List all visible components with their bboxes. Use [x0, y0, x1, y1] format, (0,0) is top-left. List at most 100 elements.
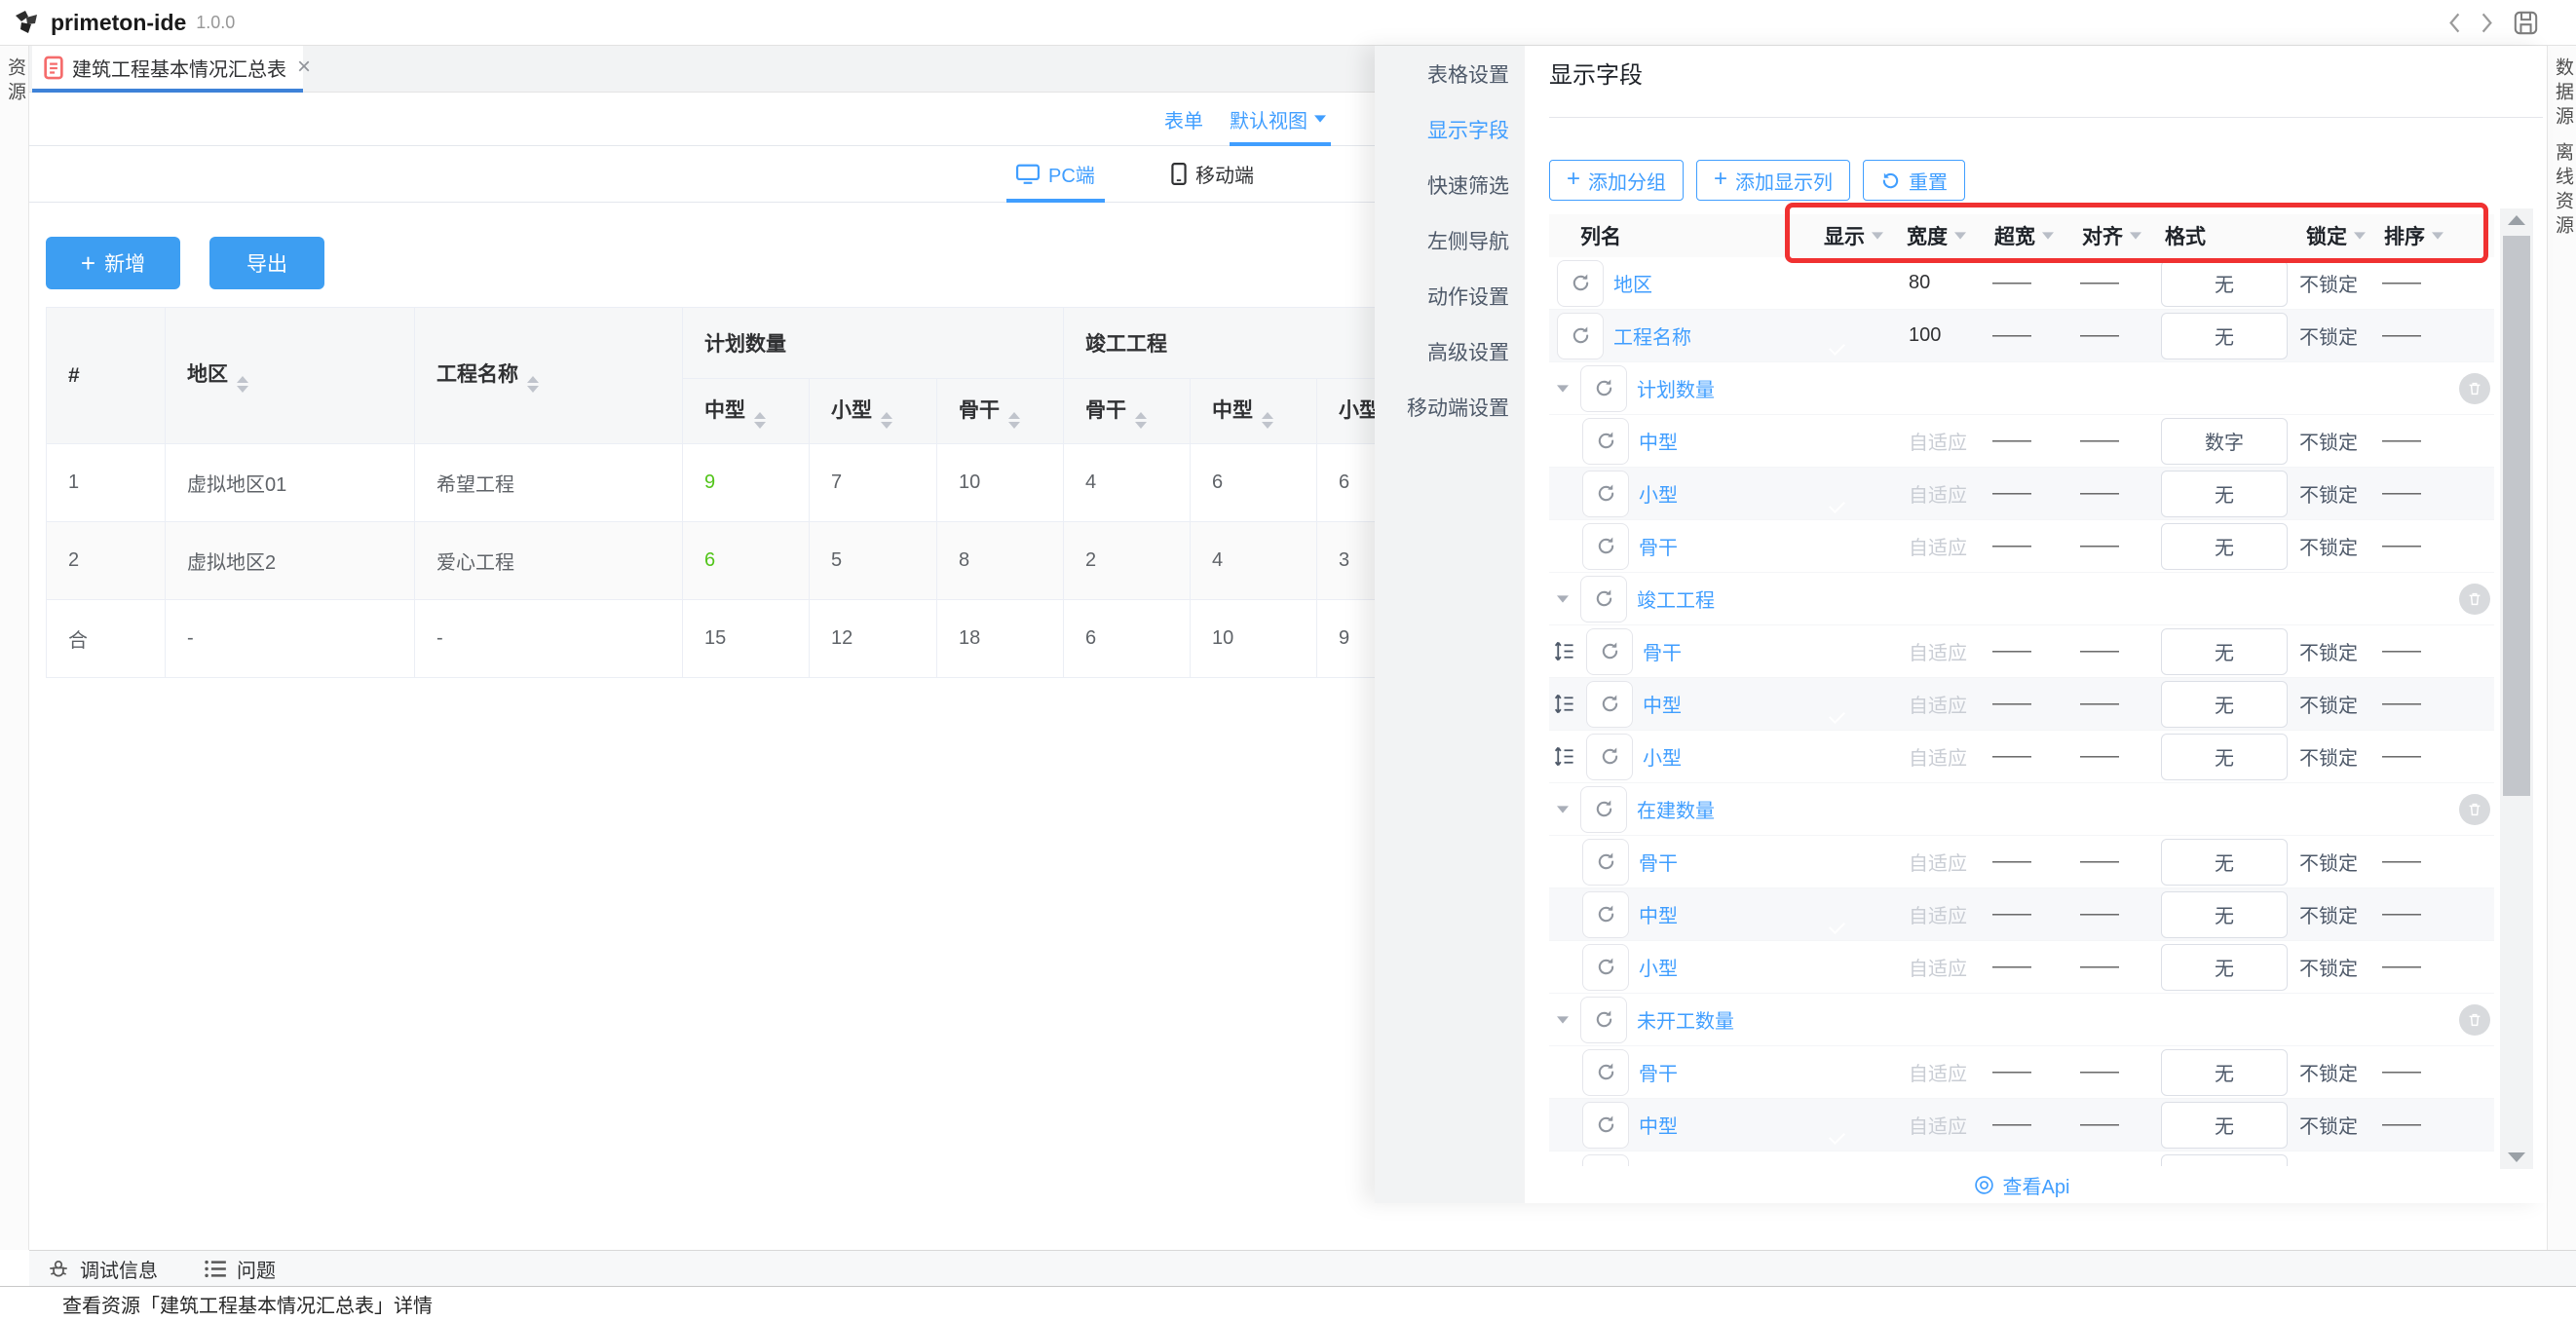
field-name-link[interactable]: 小型	[1639, 953, 1678, 981]
align-value[interactable]: ——	[2070, 903, 2153, 925]
format-select[interactable]: 无	[2161, 260, 2288, 307]
refresh-icon[interactable]	[1586, 628, 1633, 675]
overwide-value[interactable]: ——	[1983, 956, 2070, 978]
width-value[interactable]: 自适应	[1895, 1058, 1983, 1086]
rail-item-right-0[interactable]: 数据源	[2548, 57, 2576, 131]
lock-value[interactable]: 不锁定	[2294, 321, 2372, 350]
align-value[interactable]: ——	[2070, 850, 2153, 873]
field-name-link[interactable]: 小型	[1643, 742, 1682, 771]
refresh-icon[interactable]	[1582, 1102, 1629, 1149]
view-api-link[interactable]: 查看Api	[1549, 1166, 2494, 1203]
debug-info-button[interactable]: 调试信息	[47, 1255, 158, 1283]
sort-value[interactable]: ——	[2372, 324, 2455, 347]
width-value[interactable]: 100	[1895, 324, 1983, 347]
align-value[interactable]: ——	[2070, 640, 2153, 662]
lock-value[interactable]: 不锁定	[2294, 690, 2372, 718]
overwide-value[interactable]: ——	[1983, 640, 2070, 662]
lock-value[interactable]: 不锁定	[2294, 1058, 2372, 1086]
overwide-value[interactable]: ——	[1983, 745, 2070, 768]
sort-value[interactable]: ——	[2372, 956, 2455, 978]
table-row[interactable]: 1虚拟地区01希望工程9710466	[47, 444, 1376, 522]
sort-icon[interactable]	[1262, 412, 1273, 429]
editor-tab[interactable]: 建筑工程基本情况汇总表×	[32, 46, 303, 93]
format-select[interactable]: 无	[2161, 891, 2288, 938]
settings-menu-item-2[interactable]: 快速筛选	[1375, 157, 1525, 212]
grid-header-3[interactable]: 超宽	[1983, 221, 2070, 250]
collapse-caret-icon[interactable]	[1557, 385, 1571, 393]
device-tab-mobile[interactable]: 移动端	[1171, 146, 1254, 202]
table-row[interactable]: 合--1512186109	[47, 600, 1376, 678]
scrollbar[interactable]	[2500, 208, 2533, 1169]
lock-value[interactable]: 不锁定	[2294, 532, 2372, 560]
field-name-link[interactable]: 中型	[1639, 427, 1678, 455]
format-select[interactable]: 无	[2161, 313, 2288, 359]
sort-value[interactable]: ——	[2372, 430, 2455, 452]
rail-item-right-1[interactable]: 离线资源	[2548, 142, 2576, 240]
overwide-value[interactable]: ——	[1983, 272, 2070, 294]
sort-value[interactable]: ——	[2372, 850, 2455, 873]
field-name-link[interactable]: 在建数量	[1637, 795, 1715, 823]
overwide-value[interactable]: ——	[1983, 430, 2070, 452]
overwide-value[interactable]: ——	[1983, 324, 2070, 347]
settings-menu-item-3[interactable]: 左侧导航	[1375, 212, 1525, 268]
reorder-icon[interactable]	[1552, 692, 1576, 716]
align-value[interactable]: ——	[2070, 272, 2153, 294]
format-select[interactable]: 无	[2161, 471, 2288, 517]
refresh-icon[interactable]	[1582, 1154, 1629, 1167]
chevron-down-icon[interactable]	[1872, 232, 1883, 240]
field-name-link[interactable]: 计划数量	[1637, 374, 1715, 402]
align-value[interactable]: ——	[2070, 745, 2153, 768]
problems-button[interactable]: 问题	[205, 1255, 276, 1283]
delete-icon[interactable]	[2459, 794, 2490, 825]
field-name-link[interactable]: 中型	[1643, 690, 1682, 718]
sort-value[interactable]: ——	[2372, 745, 2455, 768]
device-tab-pc[interactable]: PC端	[1016, 146, 1095, 202]
overwide-value[interactable]: ——	[1983, 850, 2070, 873]
grid-header-4[interactable]: 对齐	[2070, 221, 2153, 250]
settings-menu-item-6[interactable]: 移动端设置	[1375, 379, 1525, 434]
grid-header-7[interactable]: 排序	[2372, 221, 2455, 250]
column-header[interactable]: 地区	[166, 308, 415, 444]
refresh-icon[interactable]	[1580, 786, 1627, 833]
grid-header-1[interactable]: 显示	[1812, 221, 1895, 250]
format-select[interactable]: 无	[2161, 734, 2288, 780]
grid-header-2[interactable]: 宽度	[1895, 221, 1983, 250]
format-select[interactable]: 无	[2161, 1154, 2288, 1167]
refresh-icon[interactable]	[1582, 944, 1629, 991]
align-value[interactable]: ——	[2070, 535, 2153, 557]
sort-value[interactable]: ——	[2372, 535, 2455, 557]
scroll-up-icon[interactable]	[2508, 215, 2525, 225]
collapse-caret-icon[interactable]	[1557, 1016, 1571, 1024]
subcolumn-header[interactable]: 中型	[683, 379, 810, 444]
align-value[interactable]: ——	[2070, 693, 2153, 715]
subcolumn-header[interactable]: 小型	[1317, 379, 1375, 444]
align-value[interactable]: ——	[2070, 482, 2153, 505]
sort-value[interactable]: ——	[2372, 272, 2455, 294]
subcolumn-header[interactable]: 小型	[810, 379, 937, 444]
lock-value[interactable]: 不锁定	[2294, 900, 2372, 928]
refresh-icon[interactable]	[1580, 365, 1627, 412]
refresh-icon[interactable]	[1582, 471, 1629, 517]
format-select[interactable]: 无	[2161, 839, 2288, 886]
field-name-link[interactable]: 中型	[1639, 1111, 1678, 1139]
settings-menu-item-5[interactable]: 高级设置	[1375, 323, 1525, 379]
settings-menu-item-1[interactable]: 显示字段	[1375, 101, 1525, 157]
sort-value[interactable]: ——	[2372, 1061, 2455, 1083]
reorder-icon[interactable]	[1552, 639, 1576, 663]
chevron-down-icon[interactable]	[2354, 232, 2366, 240]
refresh-icon[interactable]	[1586, 681, 1633, 728]
overwide-value[interactable]: ——	[1983, 535, 2070, 557]
nav-back-icon[interactable]	[2448, 13, 2461, 33]
lock-value[interactable]: 不锁定	[2294, 637, 2372, 665]
view-tab-default-view[interactable]: 默认视图	[1230, 93, 1327, 145]
sort-value[interactable]: ——	[2372, 482, 2455, 505]
refresh-icon[interactable]	[1557, 313, 1604, 359]
add-button[interactable]: +新增	[46, 237, 180, 289]
reorder-icon[interactable]	[1552, 744, 1576, 769]
chevron-down-icon[interactable]	[2042, 232, 2054, 240]
width-value[interactable]: 自适应	[1895, 742, 1983, 771]
width-value[interactable]: 自适应	[1895, 532, 1983, 560]
refresh-icon[interactable]	[1580, 576, 1627, 623]
rail-item-0[interactable]: 资源	[0, 57, 29, 106]
field-name-link[interactable]: 工程名称	[1613, 321, 1691, 350]
